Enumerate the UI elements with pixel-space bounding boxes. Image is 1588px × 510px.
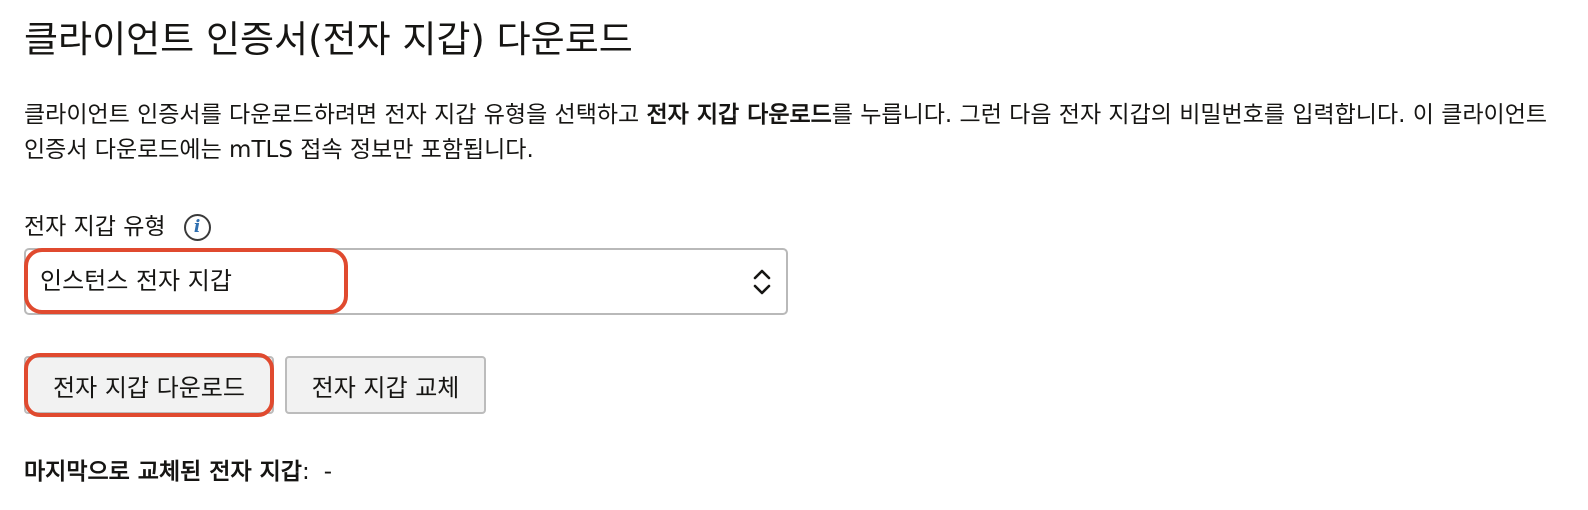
last-rotated-row: 마지막으로 교체된 전자 지갑: -: [24, 455, 332, 489]
rotate-wallet-button[interactable]: 전자 지갑 교체: [285, 356, 486, 414]
last-rotated-value: -: [323, 459, 333, 485]
description: 클라이언트 인증서를 다운로드하려면 전자 지갑 유형을 선택하고 전자 지갑 …: [24, 98, 1569, 168]
chevron-up-down-icon: [753, 269, 771, 295]
wallet-type-selected-value: 인스턴스 전자 지갑: [40, 267, 232, 295]
download-wallet-button[interactable]: 전자 지갑 다운로드: [24, 356, 274, 414]
description-text-1: 클라이언트 인증서를 다운로드하려면 전자 지갑 유형을 선택하고: [24, 102, 647, 128]
wallet-type-label-row: 전자 지갑 유형 i: [24, 208, 211, 246]
last-rotated-label: 마지막으로 교체된 전자 지갑: [24, 459, 302, 485]
description-bold-download: 전자 지갑 다운로드: [646, 102, 832, 128]
wallet-type-select[interactable]: 인스턴스 전자 지갑: [24, 248, 788, 315]
info-icon[interactable]: i: [183, 213, 211, 241]
wallet-type-label: 전자 지갑 유형: [24, 214, 166, 240]
last-rotated-colon: :: [301, 459, 310, 485]
page-title: 클라이언트 인증서(전자 지갑) 다운로드: [24, 18, 633, 61]
